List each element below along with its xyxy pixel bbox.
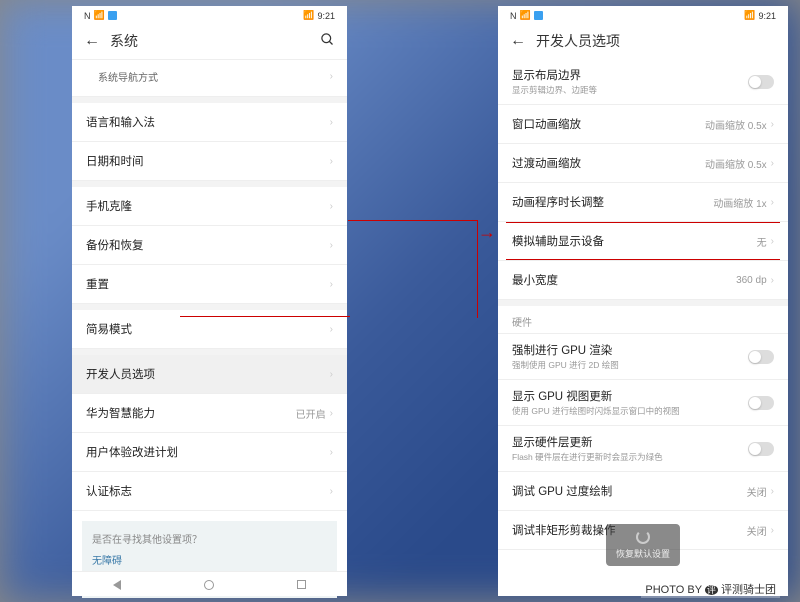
- wifi-icon: 📶: [520, 10, 531, 21]
- chevron-right-icon: ›: [771, 275, 774, 286]
- chevron-right-icon: ›: [771, 119, 774, 130]
- chevron-right-icon: ›: [330, 324, 333, 335]
- toggle-switch[interactable]: [748, 350, 774, 364]
- chevron-right-icon: ›: [771, 486, 774, 497]
- row-backup-restore[interactable]: 备份和恢复›: [72, 226, 347, 265]
- row-hw-layer-updates[interactable]: 显示硬件层更新Flash 硬件层在进行更新时会显示为绿色: [498, 426, 788, 472]
- chevron-right-icon: ›: [330, 240, 333, 251]
- row-debug-gpu-overdraw[interactable]: 调试 GPU 过度绘制关闭›: [498, 472, 788, 511]
- app-icon: [108, 11, 117, 20]
- chevron-right-icon: ›: [330, 486, 333, 497]
- chevron-right-icon: ›: [330, 201, 333, 212]
- header: ← 系统: [72, 23, 347, 59]
- clock-text: 9:21: [758, 11, 776, 21]
- loading-text: 恢复默认设置: [616, 547, 670, 560]
- clock-text: 9:21: [317, 11, 335, 21]
- page-title: 系统: [110, 31, 310, 51]
- nav-bar: [72, 571, 347, 596]
- wifi-icon: 📶: [94, 10, 105, 21]
- row-window-anim[interactable]: 窗口动画缩放动画缩放 0.5x›: [498, 105, 788, 144]
- search-icon[interactable]: [320, 32, 335, 51]
- credit-badge-icon: 评: [705, 585, 718, 595]
- tip-link-accessibility[interactable]: 无障碍: [92, 552, 327, 567]
- chevron-right-icon: ›: [330, 279, 333, 290]
- row-simple-mode[interactable]: 简易模式›: [72, 310, 347, 349]
- chevron-right-icon: ›: [330, 156, 333, 167]
- chevron-right-icon: ›: [330, 408, 333, 419]
- row-date-time[interactable]: 日期和时间›: [72, 142, 347, 181]
- nav-back-icon[interactable]: [113, 580, 121, 590]
- nav-home-icon[interactable]: [204, 580, 214, 590]
- row-language-input[interactable]: 语言和输入法›: [72, 103, 347, 142]
- row-nav-style[interactable]: 系统导航方式 ›: [72, 59, 347, 97]
- row-transition-anim[interactable]: 过渡动画缩放动画缩放 0.5x›: [498, 144, 788, 183]
- row-force-gpu[interactable]: 强制进行 GPU 渲染强制使用 GPU 进行 2D 绘图: [498, 334, 788, 380]
- signal-icon: 📶: [303, 10, 314, 21]
- chevron-right-icon: ›: [330, 71, 333, 82]
- page-title: 开发人员选项: [536, 31, 776, 51]
- chevron-right-icon: ›: [771, 158, 774, 169]
- nav-recent-icon[interactable]: [297, 580, 306, 589]
- section-header-hardware: 硬件: [498, 306, 788, 334]
- nfc-icon: N: [84, 11, 91, 21]
- chevron-right-icon: ›: [330, 447, 333, 458]
- photo-credit: PHOTO BY 评 评测骑士团: [641, 580, 780, 598]
- app-icon: [534, 11, 543, 20]
- toggle-switch[interactable]: [748, 396, 774, 410]
- toggle-switch[interactable]: [748, 442, 774, 456]
- row-simulate-secondary-display[interactable]: 模拟辅助显示设备无›: [498, 222, 788, 261]
- chevron-right-icon: ›: [771, 236, 774, 247]
- row-gpu-view-updates[interactable]: 显示 GPU 视图更新使用 GPU 进行绘图时闪烁显示窗口中的视图: [498, 380, 788, 426]
- header: ← 开发人员选项: [498, 23, 788, 59]
- back-icon[interactable]: ←: [510, 32, 526, 50]
- status-bar: N 📶 📶 9:21: [72, 6, 347, 23]
- watermark-icon: [562, 566, 580, 584]
- row-animator-duration[interactable]: 动画程序时长调整动画缩放 1x›: [498, 183, 788, 222]
- spinner-icon: [636, 530, 650, 544]
- phone-screenshot-left: N 📶 📶 9:21 ← 系统 系统导航方式 › 语言和输入法› 日期和时间› …: [72, 6, 347, 596]
- row-reset[interactable]: 重置›: [72, 265, 347, 304]
- loading-toast: 恢复默认设置: [606, 524, 680, 566]
- chevron-right-icon: ›: [330, 369, 333, 380]
- chevron-right-icon: ›: [771, 197, 774, 208]
- row-layout-bounds[interactable]: 显示布局边界显示剪辑边界、边距等: [498, 59, 788, 105]
- row-user-experience[interactable]: 用户体验改进计划›: [72, 433, 347, 472]
- row-min-width[interactable]: 最小宽度360 dp›: [498, 261, 788, 300]
- back-icon[interactable]: ←: [84, 32, 100, 50]
- chevron-right-icon: ›: [330, 117, 333, 128]
- row-certification[interactable]: 认证标志›: [72, 472, 347, 511]
- tip-question: 是否在寻找其他设置项？: [92, 531, 327, 546]
- chevron-right-icon: ›: [771, 525, 774, 536]
- status-bar: N 📶 📶 9:21: [498, 6, 788, 23]
- nfc-icon: N: [510, 11, 517, 21]
- row-developer-options[interactable]: 开发人员选项›: [72, 355, 347, 394]
- toggle-switch[interactable]: [748, 75, 774, 89]
- phone-screenshot-right: N 📶 📶 9:21 ← 开发人员选项 显示布局边界显示剪辑边界、边距等 窗口动…: [498, 6, 788, 596]
- signal-icon: 📶: [744, 10, 755, 21]
- row-phone-clone[interactable]: 手机克隆›: [72, 187, 347, 226]
- row-huawei-ai[interactable]: 华为智慧能力已开启›: [72, 394, 347, 433]
